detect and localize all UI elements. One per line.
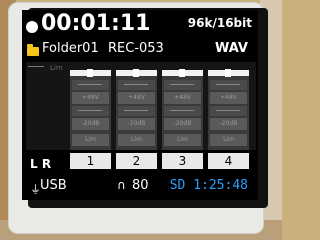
channel-tab-4[interactable]: 4 (208, 153, 249, 169)
lowcut-icon[interactable] (210, 106, 247, 116)
lowcut-icon[interactable] (164, 80, 201, 90)
folder-icon (27, 44, 39, 56)
lowcut-icon[interactable] (118, 80, 155, 90)
headphone-icon: ∩ (117, 178, 126, 192)
record-indicator-icon (26, 21, 38, 33)
phantom-power[interactable]: +48V (118, 92, 155, 104)
lowcut-icon[interactable] (72, 80, 109, 90)
lowcut-icon[interactable] (72, 106, 109, 116)
lowcut-icon[interactable] (118, 106, 155, 116)
lr-label: L R (30, 157, 52, 171)
limiter[interactable]: Lim (72, 134, 109, 146)
limiter[interactable]: Lim (210, 134, 247, 146)
channel-strip-4[interactable]: +48V -20dB Lim (208, 69, 249, 150)
limiter-hint: Lim (50, 64, 63, 72)
level-slider[interactable] (70, 69, 111, 77)
level-slider[interactable] (116, 69, 157, 77)
lowcut-icon[interactable] (164, 106, 201, 116)
pad-20db[interactable]: -20dB (72, 118, 109, 130)
file-name: REC-053 (108, 41, 164, 56)
sd-remaining-time: SD 1:25:48 (169, 178, 248, 193)
level-slider[interactable] (208, 69, 249, 77)
sample-format: 96k/16bit (187, 16, 252, 30)
limiter[interactable]: Lim (164, 134, 201, 146)
headphone-level: 80 (132, 178, 149, 193)
pad-20db[interactable]: -20dB (118, 118, 155, 130)
phantom-power[interactable]: +48V (164, 92, 201, 104)
phantom-power[interactable]: +48V (72, 92, 109, 104)
phantom-power[interactable]: +48V (210, 92, 247, 104)
lowcut-hint-icon (28, 66, 44, 73)
channel-strip-3[interactable]: +48V -20dB Lim (162, 69, 203, 150)
channel-tab-2[interactable]: 2 (116, 153, 157, 169)
folder-name: Folder01 (42, 41, 99, 56)
channel-strip-1[interactable]: +48V -20dB Lim (70, 69, 111, 150)
file-type: WAV (215, 41, 248, 56)
channel-strip-2[interactable]: +48V -20dB Lim (116, 69, 157, 150)
channel-tab-1[interactable]: 1 (70, 153, 111, 169)
pad-20db[interactable]: -20dB (164, 118, 201, 130)
limiter[interactable]: Lim (118, 134, 155, 146)
power-source: USB (40, 178, 67, 193)
pad-20db[interactable]: -20dB (210, 118, 247, 130)
channel-tab-3[interactable]: 3 (162, 153, 203, 169)
timecode: 00:01:11 (41, 11, 151, 36)
lowcut-icon[interactable] (210, 80, 247, 90)
recorder-screen: 00:01:11 96k/16bit Folder01 REC-053 WAV … (22, 10, 258, 200)
level-slider[interactable] (162, 69, 203, 77)
